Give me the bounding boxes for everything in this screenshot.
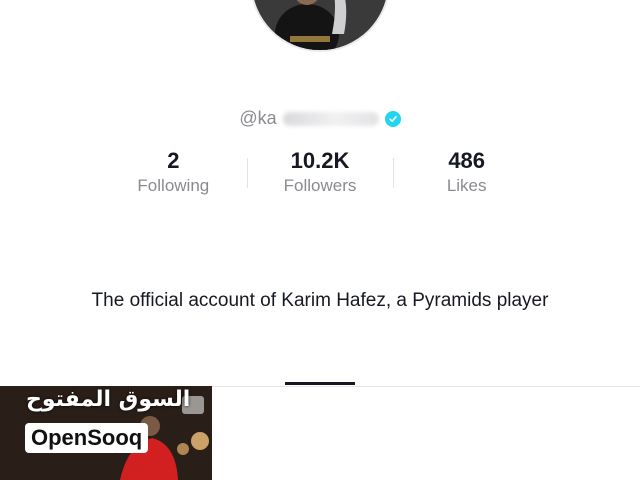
stat-likes[interactable]: 486 Likes [393,148,540,204]
username-redacted [282,111,379,126]
stat-following-count: 2 [167,148,180,173]
username-row: @ka [0,108,640,129]
verified-badge-icon [384,110,401,127]
stat-followers-count: 10.2K [290,148,350,173]
opensooq-watermark-arabic: السوق المفتوح [26,387,191,412]
active-tab-indicator [285,382,355,385]
stat-followers[interactable]: 10.2K Followers [246,148,394,204]
profile-stats: 2 Following 10.2K Followers 486 Likes [100,148,540,204]
profile-avatar[interactable] [252,0,388,50]
opensooq-watermark-logo: OpenSooq [25,423,149,453]
stat-followers-label: Followers [283,176,357,195]
stat-following-label: Following [137,176,210,195]
stat-likes-label: Likes [446,176,487,195]
stat-following[interactable]: 2 Following [100,148,247,204]
stat-likes-count: 486 [448,148,486,173]
username: @ka [239,108,277,128]
profile-bio: The official account of Karim Hafez, a P… [91,290,549,311]
